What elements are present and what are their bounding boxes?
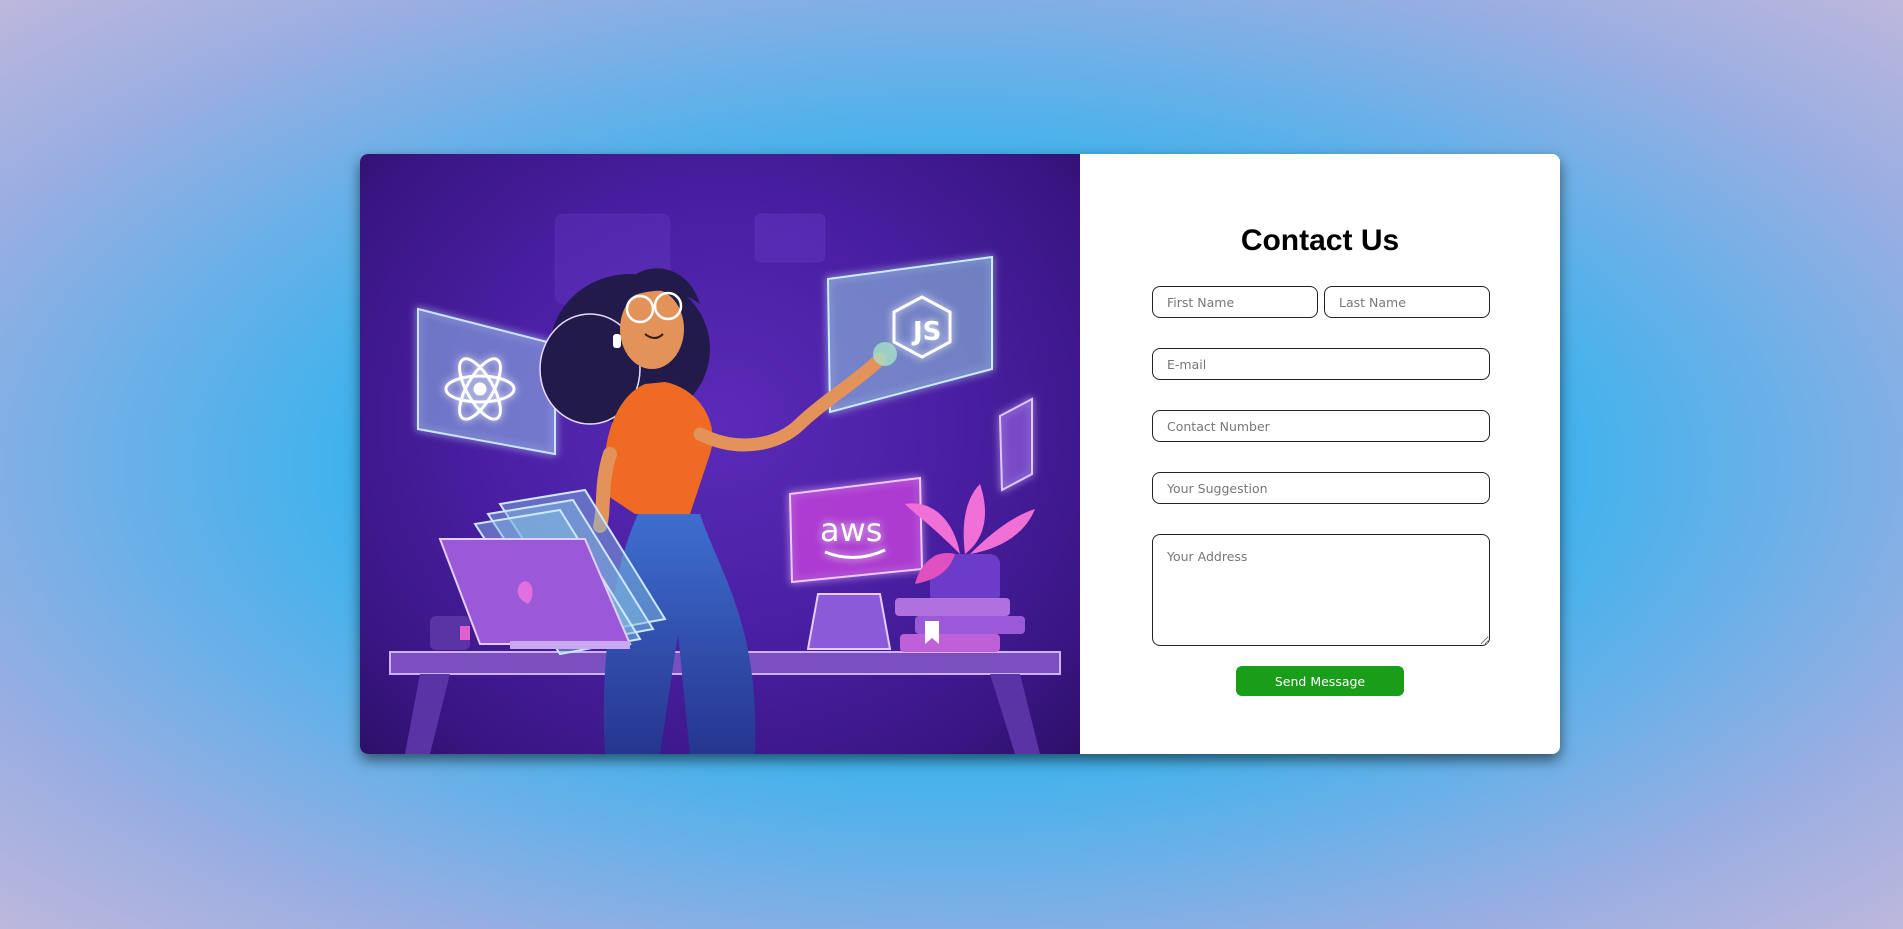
suggestion-field[interactable] xyxy=(1152,472,1490,504)
email-field[interactable] xyxy=(1152,348,1490,380)
contact-card: JS aws Contact Us First Name Last Name E… xyxy=(360,154,1560,754)
illustration-artwork: JS aws xyxy=(389,213,1061,754)
send-message-button[interactable]: Send Message xyxy=(1236,666,1404,696)
last-name-field[interactable] xyxy=(1324,286,1490,318)
form-title: Contact Us xyxy=(1240,224,1400,257)
contact-form: Contact Us Send Message xyxy=(1080,154,1560,754)
first-name-field[interactable] xyxy=(1152,286,1318,318)
svg-text:aws: aws xyxy=(820,511,882,549)
contact-number-field[interactable] xyxy=(1152,410,1490,442)
aws-icon: aws xyxy=(788,476,924,584)
react-icon xyxy=(417,307,556,456)
svg-text:JS: JS xyxy=(911,317,941,347)
address-field[interactable] xyxy=(1152,534,1490,646)
books-icon xyxy=(895,598,1025,652)
developer-illustration: JS aws xyxy=(360,154,1080,754)
laptop-icon xyxy=(438,488,667,656)
plant-icon xyxy=(905,484,1035,604)
